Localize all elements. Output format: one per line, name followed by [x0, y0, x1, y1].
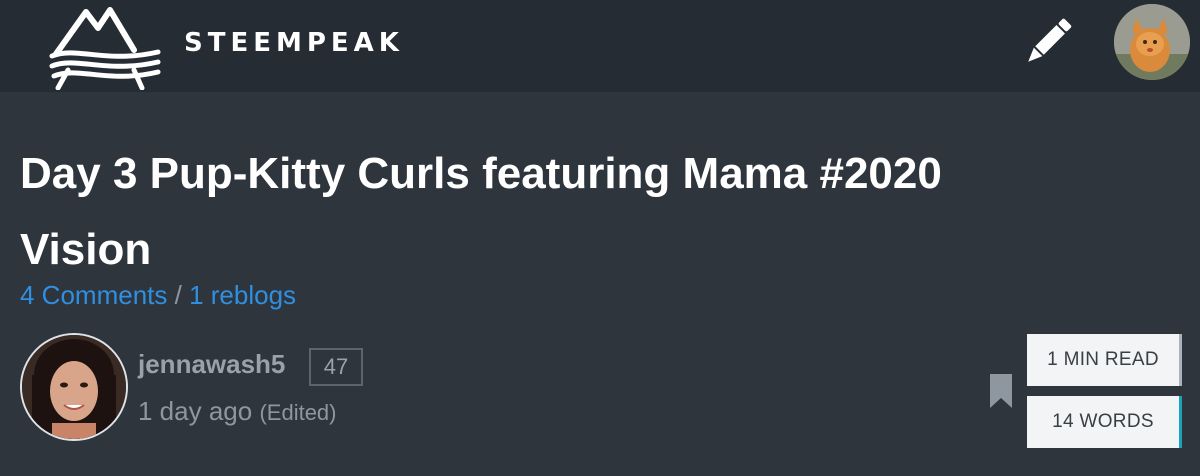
word-count-badge: 14 WORDS: [1027, 396, 1182, 448]
meta-separator: /: [174, 280, 182, 310]
user-avatar[interactable]: [1114, 4, 1190, 80]
author-name[interactable]: jennawash5: [138, 349, 285, 380]
pencil-icon[interactable]: [1018, 12, 1078, 72]
read-time-badge: 1 MIN READ: [1027, 334, 1182, 386]
author-avatar[interactable]: [20, 333, 128, 441]
reblogs-link[interactable]: 1 reblogs: [189, 280, 296, 310]
post-timestamp: 1 day ago (Edited): [138, 396, 337, 427]
kitten-avatar-icon: [1114, 4, 1190, 80]
post-meta-links: 4 Comments / 1 reblogs: [20, 280, 296, 311]
post-title: Day 3 Pup-Kitty Curls featuring Mama #20…: [20, 149, 942, 274]
steempeak-logo-icon[interactable]: [46, 4, 162, 90]
reputation-badge: 47: [309, 348, 363, 386]
top-navbar: STEEMPEAK: [0, 0, 1200, 92]
bookmark-icon[interactable]: [990, 374, 1012, 408]
author-photo-icon: [22, 335, 126, 439]
brand-name[interactable]: STEEMPEAK: [184, 28, 404, 58]
edited-label: (Edited): [259, 400, 337, 425]
comments-link[interactable]: 4 Comments: [20, 280, 167, 310]
timestamp-text: 1 day ago: [138, 396, 253, 426]
